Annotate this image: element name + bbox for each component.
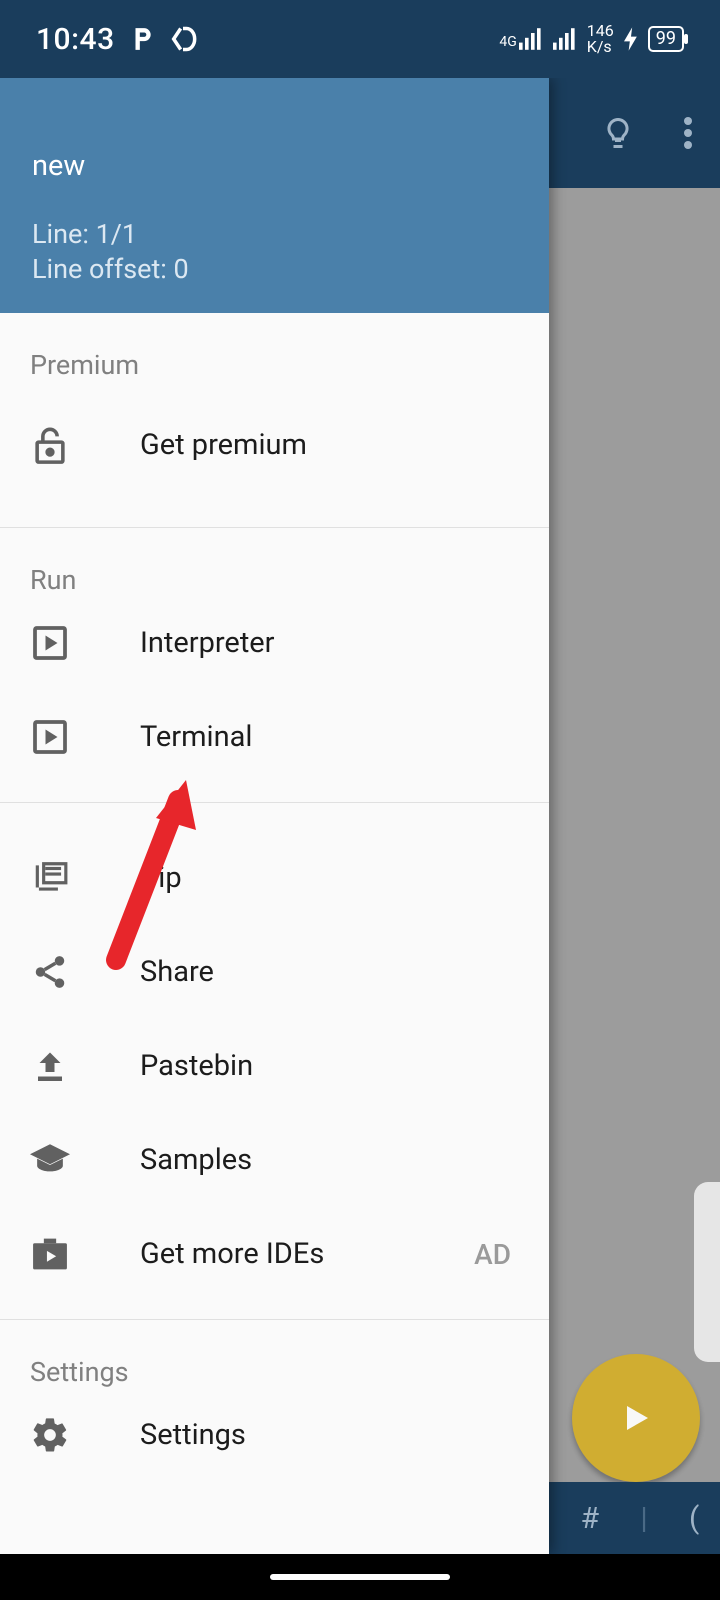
drawer-header: new Line: 1/1 Line offset: 0 (0, 78, 549, 313)
signal-icon (553, 28, 577, 50)
symbol-paren[interactable]: ( (689, 1501, 699, 1536)
share-icon (30, 953, 70, 991)
play-box-icon (30, 625, 70, 661)
upload-icon (30, 1048, 70, 1084)
status-net-speed: 146 K/s (587, 23, 614, 55)
menu-label: Terminal (140, 720, 252, 754)
unlock-icon (30, 425, 70, 465)
lightbulb-icon[interactable] (600, 115, 636, 151)
status-time: 10:43 (36, 22, 115, 57)
battery-indicator: 99 (648, 26, 684, 52)
section-premium: Premium Get premium (0, 313, 549, 528)
menu-pastebin[interactable]: Pastebin (0, 1019, 549, 1113)
play-box-icon (30, 719, 70, 755)
status-app-icon-d (169, 25, 197, 53)
menu-interpreter[interactable]: Interpreter (0, 596, 549, 690)
charge-icon (624, 27, 638, 51)
drawer-line-info: Line: 1/1 (32, 217, 517, 252)
menu-label: Share (140, 955, 214, 989)
library-icon (30, 859, 70, 897)
menu-terminal[interactable]: Terminal (0, 690, 549, 784)
menu-label: Pastebin (140, 1049, 253, 1083)
section-tools: Pip Share Pastebin Samples Get more IDEs… (0, 803, 549, 1320)
gear-icon (30, 1415, 70, 1455)
menu-label: Pip (140, 861, 182, 895)
scroll-handle[interactable] (694, 1182, 720, 1362)
menu-label: Settings (140, 1418, 246, 1452)
menu-label: Get more IDEs (140, 1237, 324, 1271)
gesture-pill[interactable] (270, 1574, 450, 1580)
status-app-icon-p (129, 26, 155, 52)
symbol-hash[interactable]: # (581, 1501, 599, 1536)
system-nav-bar (0, 1554, 720, 1600)
status-bar: 10:43 4G 146 K/s 99 (0, 0, 720, 78)
menu-label: Get premium (140, 428, 307, 462)
menu-settings[interactable]: Settings (0, 1388, 549, 1482)
play-icon (618, 1400, 654, 1436)
menu-share[interactable]: Share (0, 925, 549, 1019)
navigation-drawer: new Line: 1/1 Line offset: 0 Premium Get… (0, 78, 549, 1554)
graduation-icon (30, 1143, 70, 1177)
section-label-run: Run (0, 528, 549, 596)
menu-samples[interactable]: Samples (0, 1113, 549, 1207)
ad-badge: AD (474, 1238, 519, 1271)
drawer-file-title: new (32, 149, 517, 183)
briefcase-play-icon (30, 1235, 70, 1273)
menu-label: Interpreter (140, 626, 275, 660)
drawer-offset-info: Line offset: 0 (32, 252, 517, 287)
signal-4g-icon: 4G (499, 28, 542, 50)
menu-more-ides[interactable]: Get more IDEs AD (0, 1207, 549, 1301)
section-settings: Settings Settings (0, 1320, 549, 1500)
menu-label: Samples (140, 1143, 252, 1177)
menu-get-premium[interactable]: Get premium (0, 381, 549, 509)
menu-pip[interactable]: Pip (0, 831, 549, 925)
section-label-premium: Premium (0, 313, 549, 381)
run-fab[interactable] (572, 1354, 700, 1482)
section-label-settings: Settings (0, 1320, 549, 1388)
section-run: Run Interpreter Terminal (0, 528, 549, 803)
overflow-menu-icon[interactable] (684, 117, 692, 149)
